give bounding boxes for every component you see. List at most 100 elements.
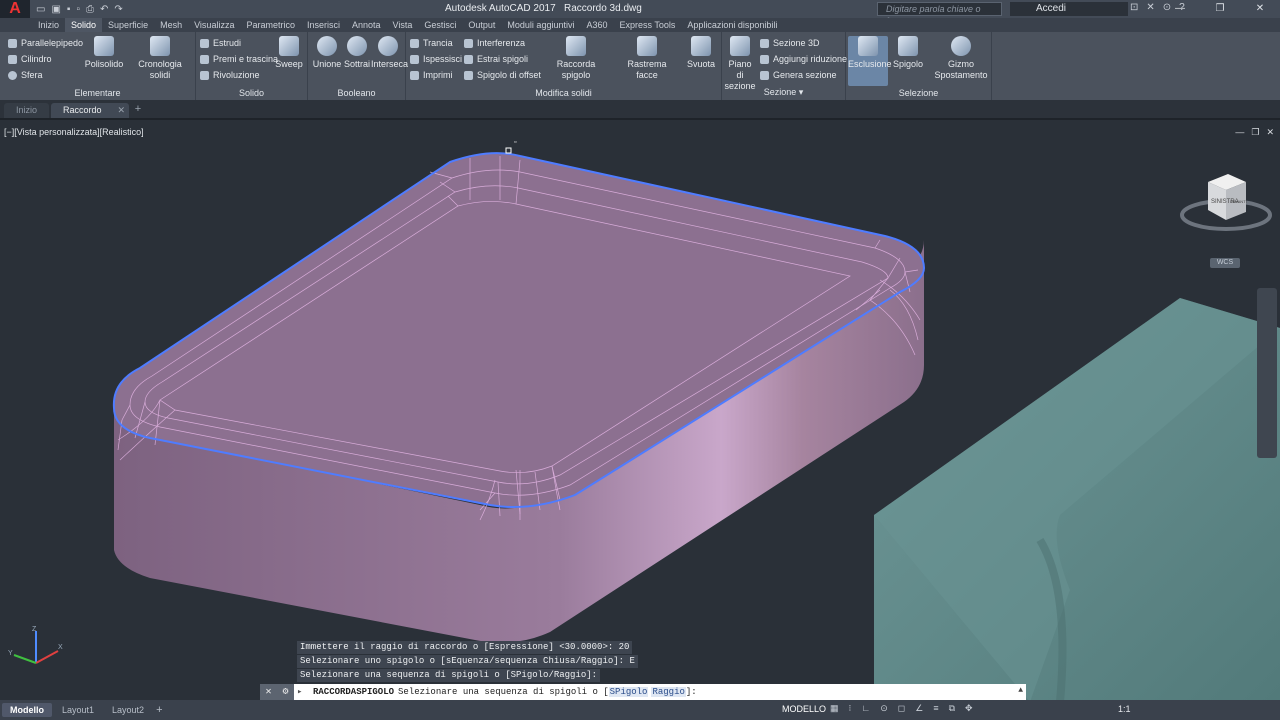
viewport-minimize-icon[interactable]: — <box>1235 127 1244 138</box>
osnap-icon[interactable]: ◻ <box>898 703 905 714</box>
window-controls: — ❐ ✕ <box>1160 0 1280 18</box>
tab-vista[interactable]: Vista <box>387 18 419 32</box>
esclusione-button[interactable]: Esclusione <box>848 36 892 86</box>
new-tab-button[interactable]: + <box>131 104 145 116</box>
tab-parametrico[interactable]: Parametrico <box>240 18 301 32</box>
genera-sezione-button[interactable]: Genera sezione <box>760 70 837 80</box>
tab-superficie[interactable]: Superficie <box>102 18 154 32</box>
drawing-viewport[interactable]: ▫ [−][Vista personalizzata][Realistico] … <box>0 118 1280 702</box>
interferenza-button[interactable]: Interferenza <box>464 38 525 48</box>
undo-icon[interactable]: ↶ <box>100 4 108 15</box>
premi-trascina-button[interactable]: Premi e trascina <box>200 54 278 64</box>
search-input[interactable]: Digitare parola chiave o frase <box>877 2 1002 26</box>
viewcube[interactable]: SINISTRA DAVANTI <box>1180 170 1272 250</box>
tab-applicazioni-disponibili[interactable]: Applicazioni disponibili <box>681 18 783 32</box>
annotation-scale[interactable]: 1:1 <box>1118 704 1131 714</box>
rastrema-facce-button[interactable]: Rastrema facce <box>616 36 678 81</box>
wcs-menu[interactable]: WCS <box>1210 258 1240 268</box>
polar-icon[interactable]: ⊙ <box>880 703 888 714</box>
recent-commands-icon[interactable]: ▸ <box>297 687 309 697</box>
command-line[interactable]: ✕ ⚙ ▸ RACCORDASPIGOLO Selezionare una se… <box>260 684 1026 700</box>
tab-mesh[interactable]: Mesh <box>154 18 188 32</box>
signin-button[interactable]: Accedi <box>1010 2 1128 16</box>
gizmo-button[interactable]: Gizmo Spostamento <box>934 36 988 81</box>
cronologia-solidi-button[interactable]: Cronologia solidi <box>128 36 192 81</box>
maximize-button[interactable]: ❐ <box>1200 0 1240 18</box>
group-label-sezione[interactable]: Sezione ▾ <box>722 87 845 98</box>
navigation-bar[interactable] <box>1257 288 1277 458</box>
lineweight-icon[interactable]: ≡ <box>933 703 938 714</box>
print-icon[interactable]: ⎙ <box>86 4 94 15</box>
rivoluzione-button[interactable]: Rivoluzione <box>200 70 260 80</box>
add-layout-button[interactable]: + <box>156 704 162 716</box>
unione-button[interactable]: Unione <box>312 36 342 70</box>
cilindro-button[interactable]: Cilindro <box>8 54 52 64</box>
tab-a360[interactable]: A360 <box>580 18 613 32</box>
sfera-button[interactable]: Sfera <box>8 70 43 80</box>
close-tab-icon[interactable]: ✕ <box>117 103 125 118</box>
svuota-button[interactable]: Svuota <box>684 36 718 70</box>
sweep-button[interactable]: Sweep <box>274 36 304 70</box>
filleted-solid[interactable] <box>112 152 926 643</box>
raccorda-spigolo-label: Raccorda spigolo <box>556 59 596 80</box>
tab-visualizza[interactable]: Visualizza <box>188 18 240 32</box>
tab-moduli-aggiuntivi[interactable]: Moduli aggiuntivi <box>501 18 580 32</box>
tab-gestisci[interactable]: Gestisci <box>418 18 462 32</box>
interseca-button[interactable]: Interseca <box>371 36 408 70</box>
minimize-button[interactable]: — <box>1160 0 1200 18</box>
aggiungi-riduzione-button[interactable]: Aggiungi riduzione <box>760 54 847 64</box>
exchange-icon[interactable]: ✕ <box>1146 2 1154 13</box>
option-raggio[interactable]: Raggio <box>651 687 686 697</box>
save-as-icon[interactable]: ▫ <box>76 4 80 15</box>
adjacent-solid[interactable] <box>874 298 1280 702</box>
imprimi-button[interactable]: Imprimi <box>410 70 453 80</box>
spigolo-offset-button[interactable]: Spigolo di offset <box>464 70 541 80</box>
piano-sezione-button[interactable]: Piano di sezione <box>724 36 756 92</box>
customize-icon[interactable]: ⚙ <box>282 686 288 698</box>
new-file-icon[interactable]: ▭ <box>36 4 45 15</box>
doc-tab-inizio[interactable]: Inizio <box>4 103 50 118</box>
grid-icon[interactable]: ▦ <box>830 703 839 714</box>
tab-output[interactable]: Output <box>462 18 501 32</box>
open-icon[interactable]: ▣ <box>51 4 60 15</box>
gizmo-status-icon[interactable]: ✥ <box>965 703 973 714</box>
command-history-arrow-icon[interactable]: ▲ <box>1018 686 1023 695</box>
tab-annota[interactable]: Annota <box>346 18 387 32</box>
history-line: Selezionare una sequenza di spigoli o [S… <box>297 669 601 682</box>
save-icon[interactable]: ▪ <box>67 4 71 15</box>
option-spigolo[interactable]: SPigolo <box>608 687 649 697</box>
estrai-spigoli-button[interactable]: Estrai spigoli <box>464 54 528 64</box>
close-command-line-icon[interactable]: ✕ <box>265 686 271 698</box>
doc-tab-raccordo[interactable]: Raccordo 3d*✕ <box>51 103 130 130</box>
estrudi-button[interactable]: Estrudi <box>200 38 241 48</box>
close-button[interactable]: ✕ <box>1240 0 1280 18</box>
polisolido-button[interactable]: Polisolido <box>84 36 124 70</box>
spigolo-filter-button[interactable]: Spigolo <box>892 36 924 70</box>
otrack-icon[interactable]: ∠ <box>915 703 923 714</box>
sottrai-button[interactable]: Sottrai <box>342 36 372 70</box>
tab-inserisci[interactable]: Inserisci <box>301 18 346 32</box>
solid-history-icon <box>150 36 170 56</box>
tab-solido[interactable]: Solido <box>65 18 103 32</box>
layout-tab-layout2[interactable]: Layout2 <box>104 703 152 717</box>
ortho-icon[interactable]: ∟ <box>861 703 870 714</box>
raccorda-spigolo-button[interactable]: Raccorda spigolo <box>542 36 610 81</box>
layout-tab-model[interactable]: Modello <box>2 703 52 717</box>
sezione-3d-button[interactable]: Sezione 3D <box>760 38 820 48</box>
viewport-restore-icon[interactable]: ❐ <box>1251 127 1259 138</box>
tab-express-tools[interactable]: Express Tools <box>614 18 682 32</box>
model-space-toggle[interactable]: MODELLO <box>782 704 826 714</box>
cursor-badge-icon: ▫ <box>514 139 516 146</box>
selection-cycling-icon[interactable]: ⧉ <box>949 703 955 714</box>
layout-tab-layout1[interactable]: Layout1 <box>54 703 102 717</box>
viewport-close-icon[interactable]: ✕ <box>1266 127 1274 138</box>
application-menu-button[interactable]: A <box>0 0 30 18</box>
viewport-controls-label[interactable]: [−][Vista personalizzata][Realistico] <box>4 127 144 137</box>
redo-icon[interactable]: ↷ <box>114 4 122 15</box>
trancia-button[interactable]: Trancia <box>410 38 453 48</box>
snap-icon[interactable]: ⁝ <box>849 703 852 714</box>
parallelepipedo-button[interactable]: Parallelepipedo <box>8 38 83 48</box>
cart-icon[interactable]: ⊡ <box>1130 2 1138 13</box>
tab-inizio[interactable]: Inizio <box>32 18 65 32</box>
ispessisci-button[interactable]: Ispessisci <box>410 54 462 64</box>
